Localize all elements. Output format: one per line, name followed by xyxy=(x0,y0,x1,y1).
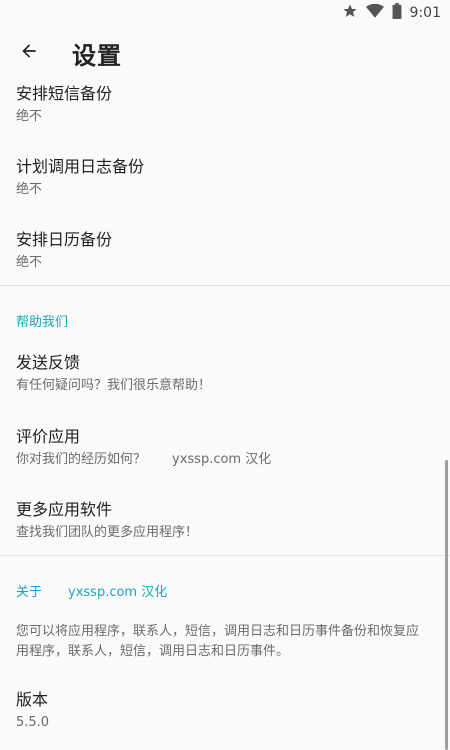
calllog-backup-value: 绝不 xyxy=(16,182,43,197)
calllog-backup-title: 计划调用日志备份 xyxy=(16,157,145,176)
about-header-label: 关于 xyxy=(16,585,43,600)
rate-app-title: 评价应用 xyxy=(16,427,81,446)
about-section-header: 关于 yxssp.com 汉化 xyxy=(16,581,167,600)
status-bar: 9:01 xyxy=(0,0,450,26)
arrow-left-icon xyxy=(19,41,39,65)
feedback-item[interactable]: 发送反馈 有任何疑问吗？我们很乐意帮助！ xyxy=(16,353,211,395)
about-description: 您可以将应用程序，联系人，短信，调用日志和日历事件备份和恢复应用程序，联系人，短… xyxy=(16,624,420,659)
rate-app-subtitle: 你对我们的经历如何？ xyxy=(16,452,147,467)
scrollbar[interactable] xyxy=(445,460,448,750)
sms-backup-title: 安排短信备份 xyxy=(16,84,113,103)
battery-icon xyxy=(392,3,402,23)
back-button[interactable] xyxy=(14,38,44,68)
sms-backup-value: 绝不 xyxy=(16,109,43,124)
help-section-header: 帮助我们 xyxy=(16,315,69,330)
more-apps-subtitle: 查找我们团队的更多应用程序！ xyxy=(16,525,199,540)
settings-screen: 9:01 设置 安排短信备份 绝不 计划调用日志备份 绝不 安排日历备份 绝不 … xyxy=(0,0,450,750)
section-divider xyxy=(0,285,450,286)
version-value: 5.5.0 xyxy=(16,715,50,730)
feedback-subtitle: 有任何疑问吗？我们很乐意帮助！ xyxy=(16,378,212,393)
version-item[interactable]: 版本 5.5.0 xyxy=(16,690,49,732)
star-icon xyxy=(342,3,358,23)
calllog-backup-item[interactable]: 计划调用日志备份 绝不 xyxy=(16,157,144,199)
rate-app-subtitle-row: 你对我们的经历如何？ yxssp.com 汉化 xyxy=(16,451,271,469)
version-title: 版本 xyxy=(16,690,49,709)
watermark-text: yxssp.com 汉化 xyxy=(172,452,272,467)
section-divider xyxy=(0,555,450,556)
more-apps-item[interactable]: 更多应用软件 查找我们团队的更多应用程序！ xyxy=(16,500,198,542)
calendar-backup-title: 安排日历备份 xyxy=(16,230,113,249)
status-time: 9:01 xyxy=(409,5,441,21)
feedback-title: 发送反馈 xyxy=(16,353,81,372)
calendar-backup-value: 绝不 xyxy=(16,255,43,270)
rate-app-item[interactable]: 评价应用 你对我们的经历如何？ yxssp.com 汉化 xyxy=(16,427,271,469)
wifi-icon xyxy=(365,3,384,23)
about-watermark: yxssp.com 汉化 xyxy=(68,585,168,600)
sms-backup-item[interactable]: 安排短信备份 绝不 xyxy=(16,84,112,126)
more-apps-title: 更多应用软件 xyxy=(16,500,113,519)
page-title: 设置 xyxy=(72,42,122,70)
calendar-backup-item[interactable]: 安排日历备份 绝不 xyxy=(16,230,112,272)
app-bar: 设置 xyxy=(0,26,450,80)
